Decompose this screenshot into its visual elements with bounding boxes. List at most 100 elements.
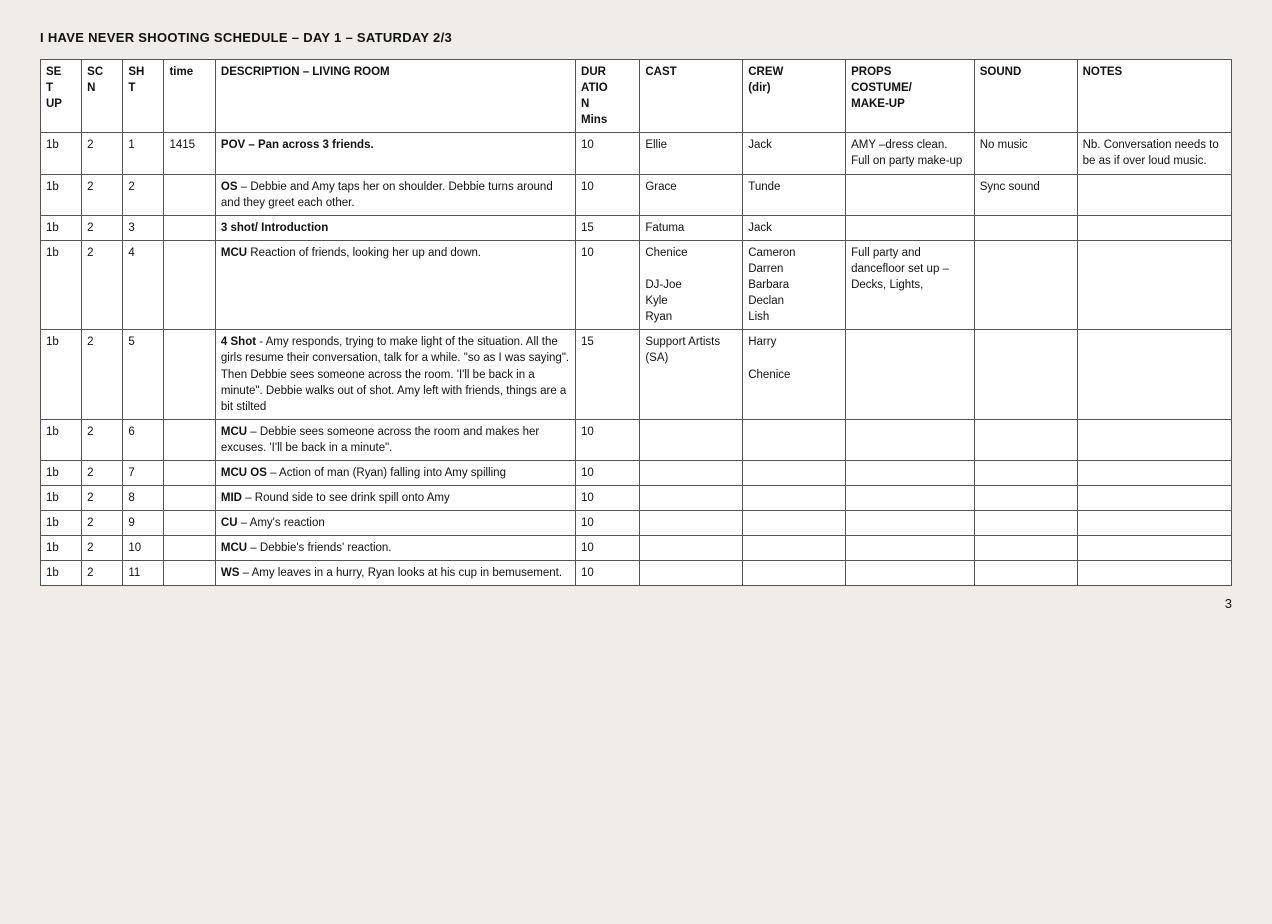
cell-cast: Support Artists (SA)	[640, 330, 743, 419]
cell-sh-t: 10	[123, 536, 164, 561]
header-sc-n: SCN	[82, 60, 123, 133]
cell-duration: 10	[576, 133, 640, 174]
schedule-table: SETUP SCN SHT time DESCRIPTION – LIVING …	[40, 59, 1232, 586]
cell-description: MCU – Debbie's friends' reaction.	[215, 536, 575, 561]
cell-sh-t: 7	[123, 460, 164, 485]
cell-time	[164, 486, 215, 511]
header-time: time	[164, 60, 215, 133]
cell-notes: Nb. Conversation needs to be as if over …	[1077, 133, 1231, 174]
cell-duration: 10	[576, 460, 640, 485]
cell-description: CU – Amy's reaction	[215, 511, 575, 536]
cell-set-up: 1b	[41, 215, 82, 240]
cell-props	[846, 215, 975, 240]
table-row: 1b 2 4 MCU Reaction of friends, looking …	[41, 240, 1232, 329]
cell-set-up: 1b	[41, 133, 82, 174]
cell-sc-n: 2	[82, 133, 123, 174]
cell-sc-n: 2	[82, 240, 123, 329]
table-row: 1b 2 1 1415 POV – Pan across 3 friends. …	[41, 133, 1232, 174]
cell-duration: 15	[576, 330, 640, 419]
cell-sh-t: 1	[123, 133, 164, 174]
cell-notes	[1077, 240, 1231, 329]
cell-sc-n: 2	[82, 511, 123, 536]
cell-set-up: 1b	[41, 240, 82, 329]
cell-set-up: 1b	[41, 330, 82, 419]
cell-description: OS – Debbie and Amy taps her on shoulder…	[215, 174, 575, 215]
cell-crew	[743, 486, 846, 511]
cell-sc-n: 2	[82, 561, 123, 586]
cell-notes	[1077, 511, 1231, 536]
table-row: 1b 2 7 MCU OS – Action of man (Ryan) fal…	[41, 460, 1232, 485]
cell-notes	[1077, 486, 1231, 511]
cell-props	[846, 561, 975, 586]
cell-sound	[974, 240, 1077, 329]
cell-cast: CheniceDJ-JoeKyleRyan	[640, 240, 743, 329]
cell-description: POV – Pan across 3 friends.	[215, 133, 575, 174]
cell-sound	[974, 511, 1077, 536]
cell-cast: Ellie	[640, 133, 743, 174]
cell-duration: 15	[576, 215, 640, 240]
cell-sc-n: 2	[82, 174, 123, 215]
cell-crew: Jack	[743, 133, 846, 174]
table-row: 1b 2 8 MID – Round side to see drink spi…	[41, 486, 1232, 511]
cell-sound	[974, 460, 1077, 485]
cell-set-up: 1b	[41, 460, 82, 485]
cell-sound: Sync sound	[974, 174, 1077, 215]
cell-crew	[743, 460, 846, 485]
cell-sound	[974, 536, 1077, 561]
cell-set-up: 1b	[41, 561, 82, 586]
page-number: 3	[40, 596, 1232, 611]
cell-description: MCU – Debbie sees someone across the roo…	[215, 419, 575, 460]
cell-props: Full party and dancefloor set up –Decks,…	[846, 240, 975, 329]
header-set-up: SETUP	[41, 60, 82, 133]
cell-props	[846, 419, 975, 460]
table-row: 1b 2 5 4 Shot - Amy responds, trying to …	[41, 330, 1232, 419]
cell-crew: CameronDarrenBarbaraDeclanLish	[743, 240, 846, 329]
table-row: 1b 2 2 OS – Debbie and Amy taps her on s…	[41, 174, 1232, 215]
cell-cast	[640, 511, 743, 536]
cell-sound	[974, 215, 1077, 240]
cell-crew	[743, 419, 846, 460]
cell-notes	[1077, 330, 1231, 419]
cell-set-up: 1b	[41, 174, 82, 215]
cell-duration: 10	[576, 240, 640, 329]
cell-description: 3 shot/ Introduction	[215, 215, 575, 240]
cell-sc-n: 2	[82, 536, 123, 561]
table-row: 1b 2 9 CU – Amy's reaction 10	[41, 511, 1232, 536]
cell-props	[846, 511, 975, 536]
cell-crew: Jack	[743, 215, 846, 240]
cell-sc-n: 2	[82, 460, 123, 485]
cell-sc-n: 2	[82, 330, 123, 419]
cell-duration: 10	[576, 419, 640, 460]
cell-crew	[743, 561, 846, 586]
cell-cast: Grace	[640, 174, 743, 215]
cell-sh-t: 6	[123, 419, 164, 460]
cell-crew	[743, 511, 846, 536]
cell-time	[164, 511, 215, 536]
cell-description: MID – Round side to see drink spill onto…	[215, 486, 575, 511]
cell-time	[164, 174, 215, 215]
cell-description: MCU OS – Action of man (Ryan) falling in…	[215, 460, 575, 485]
cell-time	[164, 419, 215, 460]
cell-duration: 10	[576, 536, 640, 561]
header-sh-t: SHT	[123, 60, 164, 133]
cell-sh-t: 8	[123, 486, 164, 511]
cell-props: AMY –dress clean. Full on party make-up	[846, 133, 975, 174]
cell-cast	[640, 419, 743, 460]
cell-notes	[1077, 460, 1231, 485]
header-props: PROPSCOSTUME/MAKE-UP	[846, 60, 975, 133]
cell-time: 1415	[164, 133, 215, 174]
cell-time	[164, 330, 215, 419]
cell-duration: 10	[576, 486, 640, 511]
cell-sound	[974, 419, 1077, 460]
cell-cast	[640, 536, 743, 561]
cell-sh-t: 9	[123, 511, 164, 536]
header-crew: CREW(dir)	[743, 60, 846, 133]
cell-sh-t: 4	[123, 240, 164, 329]
cell-notes	[1077, 215, 1231, 240]
cell-duration: 10	[576, 511, 640, 536]
cell-sh-t: 3	[123, 215, 164, 240]
cell-set-up: 1b	[41, 536, 82, 561]
cell-crew: Tunde	[743, 174, 846, 215]
cell-sound: No music	[974, 133, 1077, 174]
cell-cast	[640, 486, 743, 511]
